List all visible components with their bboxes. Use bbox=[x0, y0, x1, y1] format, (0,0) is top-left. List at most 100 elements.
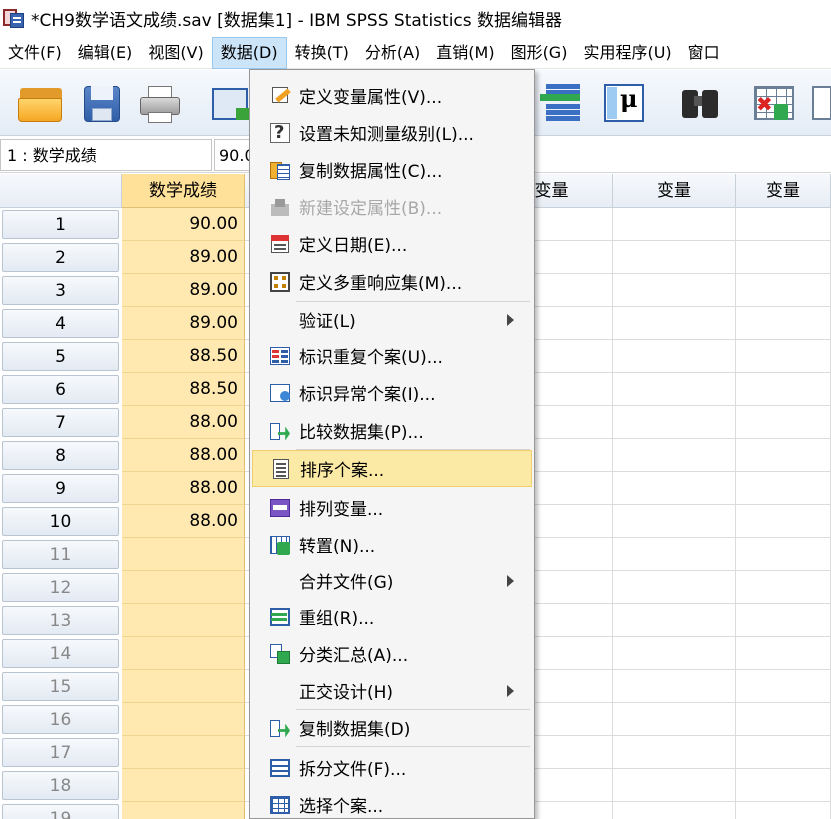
menu-item-identify-unusual-cases[interactable]: 标识异常个案(I)... bbox=[252, 374, 532, 411]
menu-item-select-cases[interactable]: 选择个案... bbox=[252, 786, 532, 818]
empty-var-cell[interactable] bbox=[613, 373, 736, 406]
math-score-cell[interactable] bbox=[122, 769, 245, 802]
empty-var-cell[interactable] bbox=[613, 802, 736, 819]
save-icon[interactable] bbox=[78, 80, 126, 126]
empty-var-cell[interactable] bbox=[736, 637, 831, 670]
menu-item-orthogonal-design[interactable]: 正交设计(H) bbox=[252, 672, 532, 709]
math-score-cell[interactable] bbox=[122, 604, 245, 637]
row-number[interactable]: 6 bbox=[2, 375, 119, 404]
empty-var-cell[interactable] bbox=[613, 670, 736, 703]
empty-var-cell[interactable] bbox=[736, 538, 831, 571]
menu-item-restructure[interactable]: 重组(R)... bbox=[252, 598, 532, 635]
row-number[interactable]: 17 bbox=[2, 738, 119, 767]
menu-item-validation[interactable]: 验证(L) bbox=[252, 301, 532, 338]
empty-var-cell[interactable] bbox=[736, 274, 831, 307]
math-score-cell[interactable]: 88.00 bbox=[122, 472, 245, 505]
empty-var-cell[interactable] bbox=[736, 406, 831, 439]
empty-var-cell[interactable] bbox=[736, 439, 831, 472]
math-score-cell[interactable] bbox=[122, 802, 245, 819]
menu-item-set-measurement-level[interactable]: ? 设置未知测量级别(L)... bbox=[252, 114, 532, 151]
menu-item-copy-data-properties[interactable]: 复制数据属性(C)... bbox=[252, 151, 532, 188]
binoculars-icon[interactable] bbox=[676, 80, 724, 126]
menu-item-define-variable-properties[interactable]: 定义变量属性(V)... bbox=[252, 77, 532, 114]
mu-icon[interactable]: μ bbox=[600, 80, 648, 126]
row-number[interactable]: 9 bbox=[2, 474, 119, 503]
column-header-var[interactable]: 变量 bbox=[736, 174, 831, 208]
row-number[interactable]: 2 bbox=[2, 243, 119, 272]
empty-var-cell[interactable] bbox=[736, 208, 831, 241]
math-score-cell[interactable]: 88.00 bbox=[122, 439, 245, 472]
empty-var-cell[interactable] bbox=[613, 241, 736, 274]
math-score-cell[interactable]: 88.50 bbox=[122, 340, 245, 373]
menu-view[interactable]: 视图(V) bbox=[140, 37, 211, 69]
empty-var-cell[interactable] bbox=[736, 769, 831, 802]
cases-grid-icon[interactable]: ✖ bbox=[752, 80, 800, 126]
variables-list-icon[interactable] bbox=[540, 80, 588, 126]
empty-var-cell[interactable] bbox=[736, 373, 831, 406]
menu-graphs[interactable]: 图形(G) bbox=[503, 37, 576, 69]
math-score-cell[interactable]: 88.00 bbox=[122, 505, 245, 538]
empty-var-cell[interactable] bbox=[736, 241, 831, 274]
row-number[interactable]: 12 bbox=[2, 573, 119, 602]
row-number[interactable]: 4 bbox=[2, 309, 119, 338]
menu-item-copy-dataset[interactable]: 复制数据集(D) bbox=[252, 709, 532, 746]
cell-name-box[interactable]: 1 : 数学成绩 bbox=[0, 139, 212, 171]
menu-item-define-multiple-response[interactable]: 定义多重响应集(M)... bbox=[252, 263, 532, 300]
menu-item-define-dates[interactable]: 定义日期(E)... bbox=[252, 225, 532, 262]
row-number[interactable]: 14 bbox=[2, 639, 119, 668]
menu-item-aggregate[interactable]: 分类汇总(A)... bbox=[252, 635, 532, 672]
math-score-cell[interactable] bbox=[122, 670, 245, 703]
open-folder-icon[interactable] bbox=[18, 80, 66, 126]
menu-transform[interactable]: 转换(T) bbox=[287, 37, 357, 69]
menu-item-sort-cases[interactable]: 排序个案... bbox=[252, 450, 532, 487]
empty-var-cell[interactable] bbox=[613, 703, 736, 736]
menu-edit[interactable]: 编辑(E) bbox=[70, 37, 141, 69]
empty-var-cell[interactable] bbox=[736, 505, 831, 538]
math-score-cell[interactable] bbox=[122, 703, 245, 736]
math-score-cell[interactable]: 89.00 bbox=[122, 241, 245, 274]
empty-var-cell[interactable] bbox=[613, 571, 736, 604]
empty-var-cell[interactable] bbox=[613, 439, 736, 472]
row-number[interactable]: 18 bbox=[2, 771, 119, 800]
column-header-var[interactable]: 变量 bbox=[613, 174, 736, 208]
empty-var-cell[interactable] bbox=[736, 703, 831, 736]
row-number[interactable]: 1 bbox=[2, 210, 119, 239]
column-header-math-score[interactable]: 数学成绩 bbox=[122, 174, 245, 208]
math-score-cell[interactable] bbox=[122, 571, 245, 604]
empty-var-cell[interactable] bbox=[736, 340, 831, 373]
math-score-cell[interactable]: 88.50 bbox=[122, 373, 245, 406]
row-number[interactable]: 16 bbox=[2, 705, 119, 734]
empty-var-cell[interactable] bbox=[613, 604, 736, 637]
row-number[interactable]: 5 bbox=[2, 342, 119, 371]
empty-var-cell[interactable] bbox=[736, 670, 831, 703]
menu-direct-marketing[interactable]: 直销(M) bbox=[428, 37, 502, 69]
empty-var-cell[interactable] bbox=[613, 637, 736, 670]
menu-item-split-file[interactable]: 拆分文件(F)... bbox=[252, 749, 532, 786]
print-icon[interactable] bbox=[136, 80, 184, 126]
math-score-cell[interactable]: 89.00 bbox=[122, 274, 245, 307]
empty-var-cell[interactable] bbox=[613, 406, 736, 439]
row-number[interactable]: 15 bbox=[2, 672, 119, 701]
row-number[interactable]: 11 bbox=[2, 540, 119, 569]
empty-var-cell[interactable] bbox=[736, 472, 831, 505]
menu-window[interactable]: 窗口 bbox=[680, 37, 728, 69]
row-number[interactable]: 3 bbox=[2, 276, 119, 305]
empty-var-cell[interactable] bbox=[613, 736, 736, 769]
menu-item-identify-duplicate-cases[interactable]: 标识重复个案(U)... bbox=[252, 337, 532, 374]
menu-item-compare-datasets[interactable]: 比较数据集(P)... bbox=[252, 412, 532, 449]
row-number[interactable]: 10 bbox=[2, 507, 119, 536]
menu-file[interactable]: 文件(F) bbox=[0, 37, 70, 69]
row-number[interactable]: 19 bbox=[2, 804, 119, 819]
row-number[interactable]: 8 bbox=[2, 441, 119, 470]
empty-var-cell[interactable] bbox=[736, 307, 831, 340]
menu-item-sort-variables[interactable]: 排列变量... bbox=[252, 489, 532, 526]
math-score-cell[interactable]: 89.00 bbox=[122, 307, 245, 340]
grid-edge-icon[interactable] bbox=[812, 80, 831, 126]
empty-var-cell[interactable] bbox=[736, 571, 831, 604]
empty-var-cell[interactable] bbox=[613, 769, 736, 802]
empty-var-cell[interactable] bbox=[613, 307, 736, 340]
math-score-cell[interactable]: 90.00 bbox=[122, 208, 245, 241]
math-score-cell[interactable] bbox=[122, 736, 245, 769]
empty-var-cell[interactable] bbox=[613, 208, 736, 241]
math-score-cell[interactable] bbox=[122, 637, 245, 670]
